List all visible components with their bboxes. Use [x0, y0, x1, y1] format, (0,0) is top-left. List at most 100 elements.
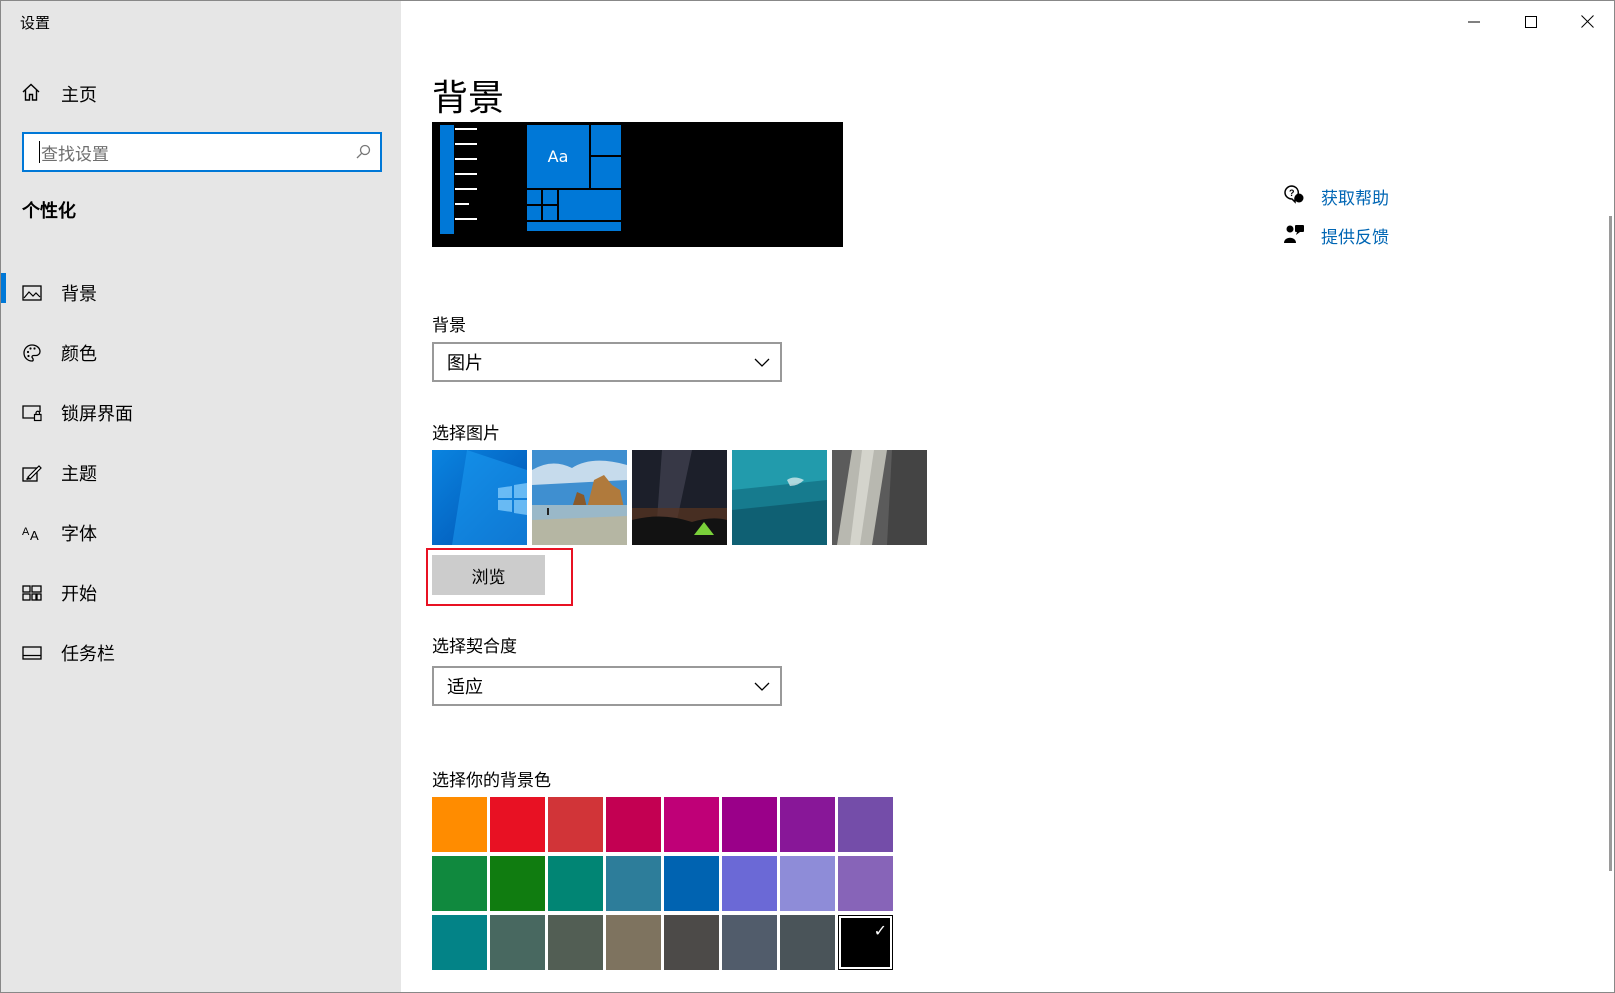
settings-window: 设置 主页 查找设置 个性化 背景 颜色 锁屏界面 主题 A A 字体 开始 任…: [0, 0, 1615, 993]
color-swatch[interactable]: [548, 797, 603, 852]
sidebar-item-start[interactable]: 开始: [1, 563, 401, 623]
nav-list: 背景 颜色 锁屏界面 主题 A A 字体 开始 任务栏: [1, 263, 401, 683]
picture-thumb-nightsky[interactable]: [632, 450, 727, 545]
color-swatch[interactable]: [722, 856, 777, 911]
preview-tile: [527, 222, 621, 231]
sidebar-item-fonts[interactable]: AA 字体: [1, 503, 401, 563]
get-help-link[interactable]: ? 获取帮助: [1283, 177, 1389, 216]
fit-dropdown[interactable]: 适应: [432, 666, 782, 706]
maximize-button[interactable]: [1502, 1, 1559, 43]
choose-picture-label: 选择图片: [432, 424, 500, 444]
fit-value: 适应: [447, 677, 483, 698]
search-placeholder: 查找设置: [41, 144, 109, 165]
chevron-down-icon: [754, 354, 770, 375]
preview-menu-line: [455, 173, 477, 175]
minimize-button[interactable]: [1445, 1, 1502, 43]
sidebar-item-colors[interactable]: 颜色: [1, 323, 401, 383]
picture-thumb-windows[interactable]: [432, 450, 527, 545]
sidebar-item-label: 主题: [61, 464, 97, 485]
color-swatch-grid: ✓: [432, 797, 893, 970]
sidebar-item-label: 任务栏: [61, 644, 115, 665]
picture-icon: [21, 282, 43, 304]
background-dropdown[interactable]: 图片: [432, 342, 782, 382]
color-swatch[interactable]: [432, 915, 487, 970]
color-swatch[interactable]: [722, 915, 777, 970]
app-title: 设置: [20, 14, 51, 32]
color-swatch[interactable]: [606, 856, 661, 911]
svg-text:A: A: [30, 528, 39, 542]
color-swatch[interactable]: [780, 797, 835, 852]
preview-tile: [527, 206, 541, 220]
color-swatch[interactable]: [490, 856, 545, 911]
color-swatch[interactable]: [722, 797, 777, 852]
color-swatch[interactable]: [838, 856, 893, 911]
search-input[interactable]: 查找设置: [22, 132, 382, 172]
color-swatch[interactable]: [664, 797, 719, 852]
sidebar-item-label: 颜色: [61, 344, 97, 365]
color-swatch[interactable]: [838, 797, 893, 852]
font-icon: AA: [21, 522, 43, 544]
sidebar-item-label: 字体: [61, 524, 97, 545]
feedback-link[interactable]: 提供反馈: [1283, 216, 1389, 255]
sidebar-item-themes[interactable]: 主题: [1, 443, 401, 503]
main-content: 背景 Aa ? 获取帮助 提供反馈 背景 图片 选择图片 浏览 选择契合度 适应…: [401, 1, 1614, 992]
color-swatch[interactable]: [490, 797, 545, 852]
preview-menu-line: [455, 203, 469, 205]
sidebar-item-label: 锁屏界面: [61, 404, 133, 425]
color-swatch[interactable]: [664, 856, 719, 911]
color-swatch[interactable]: [780, 915, 835, 970]
picture-thumb-beach[interactable]: [532, 450, 627, 545]
checkmark-icon: ✓: [873, 921, 887, 940]
svg-text:?: ?: [1289, 188, 1295, 198]
text-caret: [39, 141, 40, 163]
search-icon[interactable]: [354, 143, 372, 165]
start-icon: [21, 582, 43, 604]
chat-help-icon: ?: [1283, 184, 1305, 210]
color-swatch[interactable]: [432, 856, 487, 911]
preview-tile: [591, 157, 621, 188]
home-label: 主页: [61, 85, 97, 106]
desktop-preview: Aa: [432, 122, 843, 247]
color-swatch[interactable]: [606, 915, 661, 970]
color-label: 选择你的背景色: [432, 771, 551, 791]
background-label: 背景: [432, 316, 466, 336]
sidebar-item-label: 背景: [61, 284, 97, 305]
color-swatch[interactable]: [548, 915, 603, 970]
preview-tile: [559, 190, 621, 220]
color-swatch[interactable]: [664, 915, 719, 970]
help-links: ? 获取帮助 提供反馈: [1283, 177, 1389, 255]
taskbar-icon: [21, 642, 43, 664]
color-swatch[interactable]: ✓: [838, 915, 893, 970]
color-swatch[interactable]: [606, 797, 661, 852]
color-swatch[interactable]: [432, 797, 487, 852]
close-button[interactable]: [1559, 1, 1614, 43]
close-icon: [1581, 13, 1594, 32]
palette-icon: [21, 342, 43, 364]
scrollbar[interactable]: [1609, 216, 1612, 871]
picture-thumb-underwater[interactable]: [732, 450, 827, 545]
home-link[interactable]: 主页: [21, 81, 97, 107]
picture-thumb-cliff[interactable]: [832, 450, 927, 545]
maximize-icon: [1524, 13, 1537, 32]
lock-screen-icon: [21, 402, 43, 424]
theme-brush-icon: [21, 462, 43, 484]
preview-sample-text: Aa: [547, 147, 569, 166]
color-swatch[interactable]: [780, 856, 835, 911]
sidebar-item-background[interactable]: 背景: [1, 263, 401, 323]
color-swatch[interactable]: [490, 915, 545, 970]
browse-button[interactable]: 浏览: [432, 555, 545, 595]
sidebar-item-taskbar[interactable]: 任务栏: [1, 623, 401, 683]
preview-tile-large: Aa: [527, 125, 589, 188]
preview-tile: [543, 206, 557, 220]
picture-thumbnails: [432, 450, 932, 545]
sidebar-item-label: 开始: [61, 584, 97, 605]
background-value: 图片: [447, 353, 483, 374]
sidebar-item-lockscreen[interactable]: 锁屏界面: [1, 383, 401, 443]
feedback-icon: [1283, 223, 1305, 249]
preview-tile: [543, 190, 557, 204]
preview-start-rail: [440, 125, 454, 234]
color-swatch[interactable]: [548, 856, 603, 911]
preview-menu-line: [455, 158, 477, 160]
section-title: 个性化: [22, 201, 76, 222]
preview-tile: [527, 190, 541, 204]
